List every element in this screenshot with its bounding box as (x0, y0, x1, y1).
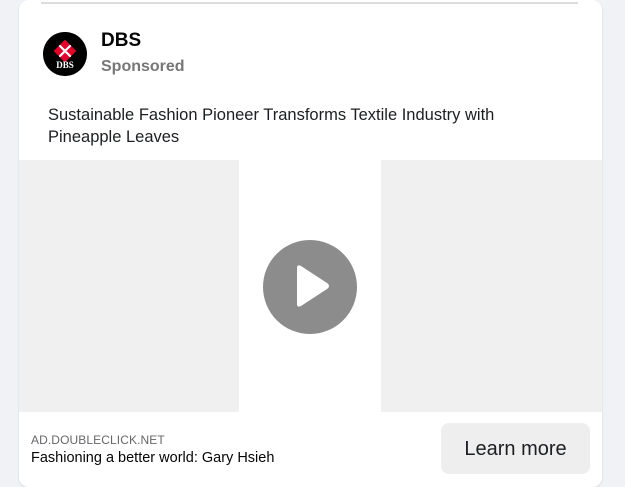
video-media[interactable] (19, 160, 602, 412)
ad-domain: AD.DOUBLECLICK.NET (31, 433, 165, 447)
top-divider (41, 2, 578, 4)
post-text: Sustainable Fashion Pioneer Transforms T… (48, 106, 495, 146)
dbs-logo-icon: DBS (43, 32, 87, 76)
dbs-logo-text: DBS (56, 60, 74, 70)
play-icon (297, 265, 329, 307)
page: DBS DBS Sponsored Sustainable Fashion Pi… (0, 0, 625, 487)
advertiser-name[interactable]: DBS (101, 30, 141, 52)
ad-footer[interactable]: AD.DOUBLECLICK.NET Fashioning a better w… (19, 412, 602, 487)
sponsored-label: Sponsored (101, 58, 185, 75)
play-button[interactable] (263, 240, 357, 334)
learn-more-button[interactable]: Learn more (441, 423, 590, 474)
advertiser-avatar[interactable]: DBS (43, 32, 87, 76)
sponsored-post-card: DBS DBS Sponsored Sustainable Fashion Pi… (19, 0, 602, 487)
ad-headline: Fashioning a better world: Gary Hsieh (31, 450, 275, 466)
